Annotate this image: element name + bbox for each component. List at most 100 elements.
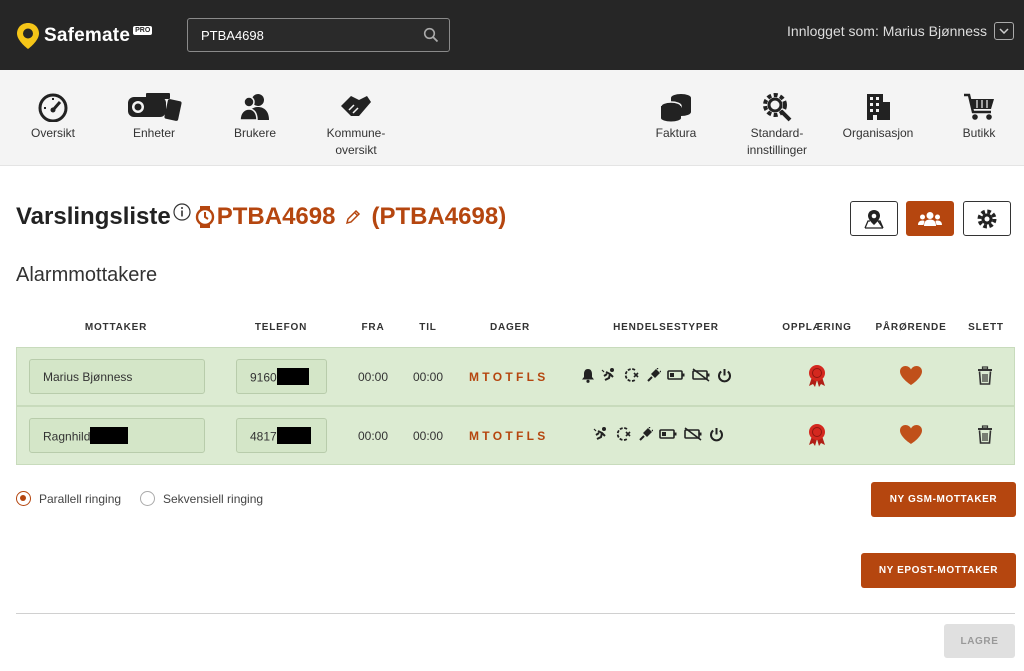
recipient-phone-field[interactable]: 4817 [236,418,327,453]
recipient-name: Marius Bjønness [43,370,133,384]
time-to[interactable]: 00:00 [413,370,443,384]
user-menu[interactable]: Innlogget som: Marius Bjønness [787,22,1014,40]
gear-icon [977,209,997,228]
new-gsm-recipient-button[interactable]: NY GSM-MOTTAKER [871,482,1016,517]
nav-label: Organisasjon [842,126,914,140]
speedometer-icon [38,93,68,122]
pencil-icon[interactable] [345,209,361,225]
nav-organisasjon[interactable]: Organisasjon [840,92,916,142]
nav-enheter[interactable]: Enheter [126,92,182,142]
training-badge-icon[interactable] [807,364,827,388]
trash-icon[interactable] [977,366,993,385]
recipient-phone: 9160 [250,370,277,385]
event-types[interactable] [581,367,732,383]
nav-label-line2: innstillinger [746,143,808,157]
nav-kommuneoversikt[interactable]: Kommune- oversikt [320,92,392,159]
device-alias: (PTBA4698) [371,203,507,230]
new-email-recipient-button[interactable]: NY EPOST-MOTTAKER [861,553,1016,588]
days-selector[interactable]: MTOTFLS [469,429,549,443]
search-input[interactable] [188,19,418,51]
battery-off-icon[interactable] [691,368,711,382]
recipient-phone: 4817 [250,429,277,444]
user-dropdown-button[interactable] [994,22,1014,40]
nav-label-line1: Standard- [750,126,804,140]
coins-icon [660,94,691,122]
settings-button[interactable] [963,201,1011,236]
nav-faktura[interactable]: Faktura [652,92,700,142]
redaction-block [90,427,129,444]
battery-off-icon[interactable] [683,427,703,441]
time-from[interactable]: 00:00 [358,370,388,384]
col-header-hendelsestyper: HENDELSESTYPER [613,322,719,333]
device-name: PTBA4698 [216,203,336,230]
redaction-block [276,427,311,444]
section-title: Alarmmottakere [16,264,158,286]
fall-icon[interactable] [601,367,617,383]
nav-butikk[interactable]: Butikk [956,92,1002,142]
geofence-exit-icon[interactable] [615,426,633,442]
save-button[interactable]: LAGRE [944,624,1015,658]
map-button[interactable] [850,201,898,236]
info-icon[interactable] [173,203,191,221]
contacts-button[interactable] [906,201,954,236]
nav-label-line2: oversikt [335,143,377,157]
trash-icon[interactable] [977,425,993,444]
battery-low-icon[interactable] [667,369,685,381]
col-header-telefon: TELEFON [254,322,308,333]
building-icon [867,94,890,120]
recipient-name-field[interactable]: Marius Bjønness [29,359,205,394]
heart-icon[interactable] [899,365,923,386]
heart-icon[interactable] [899,424,923,445]
col-header-fra: FRA [361,322,385,333]
geofence-exit-icon[interactable] [623,367,641,383]
users-icon [239,94,269,121]
search-box [187,18,450,52]
cart-icon [964,93,994,120]
radio-button[interactable] [140,491,155,506]
radio-label: Sekvensiell ringing [163,491,264,506]
recipient-phone-field[interactable]: 9160 [236,359,327,394]
search-icon[interactable] [423,27,439,43]
logo-text: Safemate [44,25,131,46]
redaction-block [276,368,309,385]
col-header-mottaker: MOTTAKER [84,322,148,333]
divider [16,613,1015,614]
col-header-til: TIL [419,322,437,333]
page-heading: Varslingsliste PTBA4698 (PTBA4698) [16,203,506,231]
top-bar: Safemate PRO Innlogget som: Marius Bjønn… [0,0,1024,70]
gear-search-icon [763,93,792,122]
power-icon[interactable] [709,427,724,442]
col-header-parorende: PÅRØRENDE [875,322,947,333]
time-to[interactable]: 00:00 [413,429,443,443]
nav-brukere[interactable]: Brukere [232,92,278,142]
nav-label: Oversikt [30,126,75,140]
radio-parallel-ringing[interactable]: Parallell ringing [16,491,121,506]
page-title: Varslingsliste [16,203,171,230]
power-icon[interactable] [717,368,732,383]
training-badge-icon[interactable] [807,423,827,447]
nav-label-line1: Kommune- [326,126,386,140]
event-types[interactable] [593,426,724,442]
chevron-down-icon [999,28,1009,34]
unplug-icon[interactable] [647,367,661,383]
nav-label: Butikk [962,126,996,140]
recipient-name-field[interactable]: Ragnhild [29,418,205,453]
fall-icon[interactable] [593,426,609,442]
unplug-icon[interactable] [639,426,653,442]
radio-button-selected[interactable] [16,491,31,506]
users-icon [918,211,942,226]
bell-icon[interactable] [581,368,595,383]
logo[interactable]: Safemate PRO [16,21,153,51]
nav-standardinnstillinger[interactable]: Standard- innstillinger [742,92,812,159]
pro-badge: PRO [133,25,153,35]
logged-in-user: Innlogget som: Marius Bjønness [787,23,987,39]
nav-label: Enheter [132,126,176,140]
handshake-icon [341,96,371,116]
recipient-name: Ragnhild [43,429,91,444]
col-header-slett: SLETT [968,322,1004,333]
days-selector[interactable]: MTOTFLS [469,370,549,384]
nav-oversikt[interactable]: Oversikt [30,92,76,142]
radio-sequential-ringing[interactable]: Sekvensiell ringing [140,491,263,506]
time-from[interactable]: 00:00 [358,429,388,443]
battery-low-icon[interactable] [659,428,677,440]
